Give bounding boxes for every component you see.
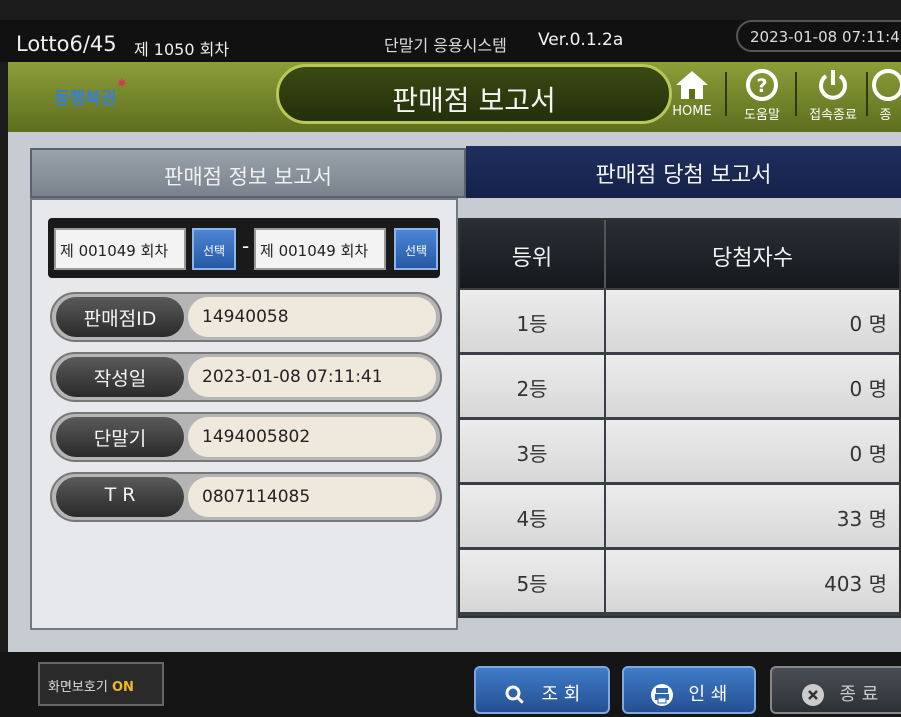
- home-icon: [676, 71, 708, 99]
- current-round: 제 1050 회차: [134, 40, 230, 59]
- winner-count-cell: 403 명: [606, 550, 899, 612]
- exit-app-button[interactable]: 종: [870, 66, 901, 126]
- screensaver-toggle[interactable]: 화면보호기 ON: [38, 662, 164, 706]
- system-name: 단말기 응용시스템: [384, 36, 507, 55]
- exit-label: 종 료: [839, 684, 879, 705]
- rank-cell: 4등: [460, 485, 604, 547]
- power-icon: [819, 70, 847, 100]
- status-bar: Lotto6/45 제 1050 회차 단말기 응용시스템 Ver.0.1.2a…: [0, 20, 901, 62]
- table-row: 2등 0 명: [460, 355, 899, 419]
- help-icon: ?: [746, 69, 778, 101]
- exit-app-label: 종: [879, 108, 892, 123]
- printer-icon: [650, 684, 673, 706]
- rank-cell: 2등: [460, 355, 604, 417]
- brand-logo: 동행복권: [54, 89, 117, 109]
- power-icon: [872, 69, 901, 101]
- help-button[interactable]: ? 도움말: [733, 66, 791, 126]
- print-label: 인 쇄: [688, 684, 728, 705]
- winner-count-cell: 0 명: [606, 420, 899, 482]
- round-from-select-button[interactable]: 선택: [192, 228, 236, 270]
- home-label: HOME: [672, 104, 712, 119]
- winner-count-cell: 33 명: [606, 485, 899, 547]
- version-label: Ver.0.1.2a: [538, 30, 624, 50]
- app-header: 동행복권 ✷ 판매점 보고서 HOME ? 도움말 접속종료 종: [8, 62, 901, 132]
- round-from-field[interactable]: 제 001049 회차: [54, 228, 186, 270]
- datetime-display: 2023-01-08 07:11:4: [736, 20, 901, 52]
- tr-label: T R: [56, 477, 184, 517]
- winner-count-cell: 0 명: [606, 355, 899, 417]
- search-button[interactable]: 조 회: [474, 666, 610, 714]
- header-divider: [795, 72, 797, 116]
- store-id-field: 판매점ID 14940058: [50, 292, 442, 342]
- created-date-field: 작성일 2023-01-08 07:11:41: [50, 352, 442, 402]
- created-date-label: 작성일: [56, 357, 184, 397]
- tr-value: 0807114085: [188, 477, 436, 517]
- rank-column-header: 등위: [460, 220, 606, 288]
- winners-column-header: 당첨자수: [606, 220, 899, 288]
- search-label: 조 회: [541, 684, 581, 705]
- home-button[interactable]: HOME: [663, 66, 721, 126]
- report-body: 판매점 정보 보고서 판매점 당첨 보고서 제 001049 회차 선택 - 제…: [8, 132, 901, 652]
- screensaver-state: ON: [111, 680, 134, 695]
- exit-button[interactable]: 종 료: [770, 666, 901, 714]
- header-divider: [866, 72, 868, 116]
- page-title-pill: 판매점 보고서: [276, 64, 672, 124]
- bottom-bar: 화면보호기 ON 조 회 인 쇄 종 료: [0, 652, 901, 717]
- close-icon: [801, 684, 824, 706]
- table-row: 4등 33 명: [460, 485, 899, 549]
- screensaver-label: 화면보호기: [48, 680, 108, 695]
- round-to-select-button[interactable]: 선택: [394, 228, 438, 270]
- terminal-field: 단말기 1494005802: [50, 412, 442, 462]
- rank-cell: 1등: [460, 290, 604, 352]
- search-icon: [505, 685, 525, 706]
- terminal-screen: Lotto6/45 제 1050 회차 단말기 응용시스템 Ver.0.1.2a…: [0, 0, 901, 717]
- logout-label: 접속종료: [809, 108, 857, 123]
- print-button[interactable]: 인 쇄: [622, 666, 756, 714]
- store-id-label: 판매점ID: [56, 297, 184, 337]
- rank-cell: 3등: [460, 420, 604, 482]
- tab-store-info-report[interactable]: 판매점 정보 보고서: [30, 148, 466, 198]
- header-divider: [725, 72, 727, 116]
- store-id-value: 14940058: [188, 297, 436, 337]
- logo-mark-icon: ✷: [116, 76, 128, 92]
- terminal-label: 단말기: [56, 417, 184, 457]
- terminal-value: 1494005802: [188, 417, 436, 457]
- tr-field: T R 0807114085: [50, 472, 442, 522]
- tab-store-winning-report[interactable]: 판매점 당첨 보고서: [466, 146, 901, 198]
- page-title: 판매점 보고서: [392, 84, 556, 117]
- winning-results-table: 등위 당첨자수 1등 0 명 2등 0 명 3등 0 명 4등 33 명 5등 …: [458, 218, 901, 618]
- range-separator: -: [242, 234, 250, 258]
- winner-count-cell: 0 명: [606, 290, 899, 352]
- table-row: 1등 0 명: [460, 290, 899, 354]
- svg-text:?: ?: [756, 75, 767, 97]
- created-date-value: 2023-01-08 07:11:41: [188, 357, 436, 397]
- table-row: 5등 403 명: [460, 550, 899, 614]
- game-name: Lotto6/45: [16, 32, 117, 56]
- logout-button[interactable]: 접속종료: [801, 66, 865, 126]
- round-to-field[interactable]: 제 001049 회차: [254, 228, 386, 270]
- round-range-selector: 제 001049 회차 선택 - 제 001049 회차 선택: [48, 218, 440, 278]
- table-row: 3등 0 명: [460, 420, 899, 484]
- rank-cell: 5등: [460, 550, 604, 612]
- help-label: 도움말: [744, 108, 780, 123]
